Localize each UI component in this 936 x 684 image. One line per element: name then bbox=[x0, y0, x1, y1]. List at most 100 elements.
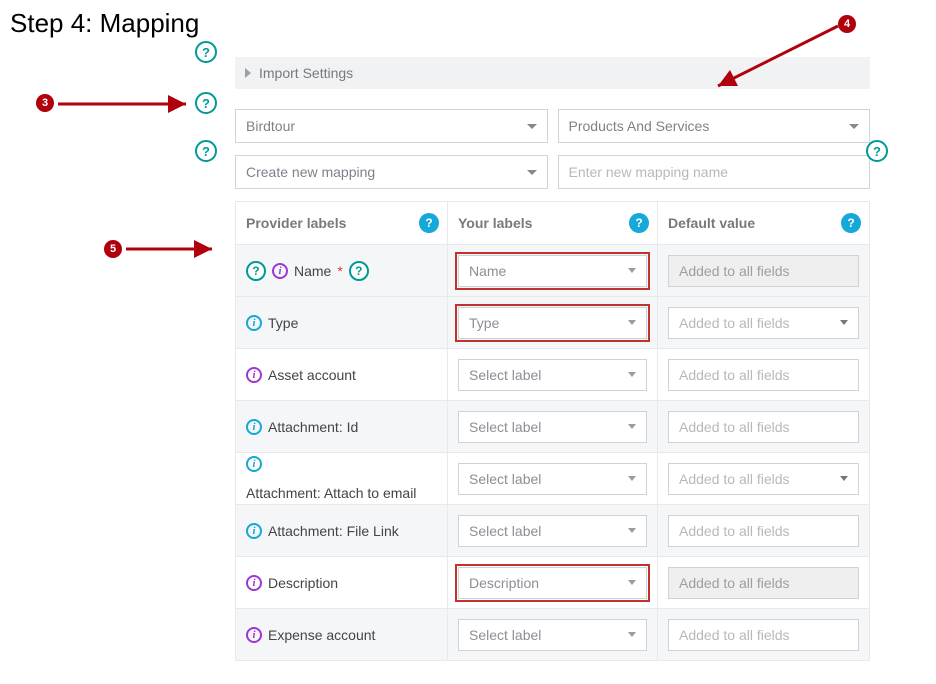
default-value-cell: Added to all fields bbox=[657, 453, 869, 504]
provider-label-text: Name bbox=[294, 263, 331, 279]
provider-label-cell: i Attachment: Attach to email bbox=[235, 453, 447, 504]
provider-label-cell: ? i Name *? bbox=[235, 245, 447, 296]
your-label-cell: Name bbox=[447, 245, 657, 296]
caret-down-icon bbox=[628, 476, 636, 481]
provider-label-cell: i Attachment: Id bbox=[235, 401, 447, 452]
default-value-text: Added to all fields bbox=[679, 523, 790, 539]
default-value-cell: Added to all fields bbox=[657, 349, 869, 400]
default-value-field[interactable]: Added to all fields bbox=[668, 515, 859, 547]
default-value-field[interactable]: Added to all fields bbox=[668, 463, 859, 495]
provider-label-text: Asset account bbox=[268, 367, 356, 383]
callout-marker-3: 3 bbox=[36, 94, 54, 112]
provider-label-cell: i Asset account bbox=[235, 349, 447, 400]
default-value-field[interactable]: Added to all fields bbox=[668, 619, 859, 651]
your-label-select[interactable]: Select label bbox=[458, 463, 647, 495]
caret-down-icon bbox=[840, 320, 848, 325]
help-icon[interactable]: ? bbox=[349, 261, 369, 281]
default-value-text: Added to all fields bbox=[679, 575, 790, 591]
your-label-select[interactable]: Name bbox=[458, 255, 647, 287]
info-icon[interactable]: i bbox=[246, 523, 262, 539]
source-value: Birdtour bbox=[246, 118, 295, 134]
table-row: iDescription Description Added to all fiel… bbox=[235, 556, 869, 608]
default-value-text: Added to all fields bbox=[679, 627, 790, 643]
chevron-right-icon bbox=[245, 68, 251, 78]
help-icon[interactable]: ? bbox=[195, 92, 217, 114]
help-icon[interactable]: ? bbox=[246, 261, 266, 281]
table-row: ? i Name *? Name Added to all fields bbox=[235, 244, 869, 296]
target-select[interactable]: Products And Services bbox=[558, 109, 871, 143]
th-provider-labels: Provider labels ? bbox=[235, 202, 447, 244]
caret-down-icon bbox=[628, 424, 636, 429]
caret-down-icon bbox=[840, 476, 848, 481]
default-value-field[interactable]: Added to all fields bbox=[668, 307, 859, 339]
default-value-field[interactable]: Added to all fields bbox=[668, 359, 859, 391]
your-label-select[interactable]: Type bbox=[458, 307, 647, 339]
info-icon[interactable]: i bbox=[272, 263, 288, 279]
your-label-cell: Description bbox=[447, 557, 657, 608]
help-icon[interactable]: ? bbox=[629, 213, 649, 233]
your-label-cell: Type bbox=[447, 297, 657, 348]
info-icon[interactable]: i bbox=[246, 627, 262, 643]
provider-label-cell: iDescription bbox=[235, 557, 447, 608]
help-icon[interactable]: ? bbox=[195, 140, 217, 162]
default-value-cell: Added to all fields bbox=[657, 557, 869, 608]
default-value-text: Added to all fields bbox=[679, 367, 790, 383]
provider-label-cell: iType bbox=[235, 297, 447, 348]
default-value-cell: Added to all fields bbox=[657, 505, 869, 556]
arrow-icon bbox=[54, 94, 196, 114]
your-label-select[interactable]: Select label bbox=[458, 619, 647, 651]
your-label-cell: Select label bbox=[447, 609, 657, 660]
table-header: Provider labels ? Your labels ? Default … bbox=[235, 202, 869, 244]
default-value-field[interactable]: Added to all fields bbox=[668, 411, 859, 443]
help-icon[interactable]: ? bbox=[866, 140, 888, 162]
caret-down-icon bbox=[527, 170, 537, 175]
your-label-cell: Select label bbox=[447, 505, 657, 556]
default-value-text: Added to all fields bbox=[679, 315, 790, 331]
info-icon[interactable]: i bbox=[246, 575, 262, 591]
caret-down-icon bbox=[628, 320, 636, 325]
your-label-select[interactable]: Description bbox=[458, 567, 647, 599]
th-default-value: Default value ? bbox=[657, 202, 869, 244]
caret-down-icon bbox=[628, 580, 636, 585]
info-icon[interactable]: i bbox=[246, 419, 262, 435]
info-icon[interactable]: i bbox=[246, 315, 262, 331]
your-label-select[interactable]: Select label bbox=[458, 515, 647, 547]
your-label-select[interactable]: Select label bbox=[458, 411, 647, 443]
default-value-cell: Added to all fields bbox=[657, 609, 869, 660]
help-icon[interactable]: ? bbox=[841, 213, 861, 233]
caret-down-icon bbox=[527, 124, 537, 129]
provider-label-text: Attachment: Attach to email bbox=[246, 485, 416, 501]
default-value-cell: Added to all fields bbox=[657, 297, 869, 348]
default-value-field[interactable]: Added to all fields bbox=[668, 255, 859, 287]
table-row: i Attachment: Id Select label Added to all … bbox=[235, 400, 869, 452]
help-icon[interactable]: ? bbox=[419, 213, 439, 233]
your-label-value: Select label bbox=[469, 523, 541, 539]
your-label-value: Select label bbox=[469, 419, 541, 435]
arrow-icon bbox=[703, 20, 853, 100]
default-value-field[interactable]: Added to all fields bbox=[668, 567, 859, 599]
provider-label-cell: i Expense account bbox=[235, 609, 447, 660]
mapping-select-value: Create new mapping bbox=[246, 164, 375, 180]
provider-label-text: Attachment: Id bbox=[268, 419, 358, 435]
help-icon[interactable]: ? bbox=[195, 41, 217, 63]
caret-down-icon bbox=[628, 632, 636, 637]
th-your-labels: Your labels ? bbox=[447, 202, 657, 244]
your-label-cell: Select label bbox=[447, 453, 657, 504]
mapping-name-input[interactable]: Enter new mapping name bbox=[558, 155, 871, 189]
your-label-cell: Select label bbox=[447, 349, 657, 400]
mapping-select[interactable]: Create new mapping bbox=[235, 155, 548, 189]
import-settings-label: Import Settings bbox=[259, 65, 353, 81]
info-icon[interactable]: i bbox=[246, 367, 262, 383]
your-label-cell: Select label bbox=[447, 401, 657, 452]
your-label-value: Name bbox=[469, 263, 506, 279]
source-select[interactable]: Birdtour bbox=[235, 109, 548, 143]
required-indicator: * bbox=[337, 263, 342, 279]
provider-label-text: Expense account bbox=[268, 627, 375, 643]
target-value: Products And Services bbox=[569, 118, 710, 134]
table-row: iAttachment: File LinkSelect labelAdded … bbox=[235, 504, 869, 556]
your-label-select[interactable]: Select label bbox=[458, 359, 647, 391]
your-label-value: Select label bbox=[469, 367, 541, 383]
info-icon[interactable]: i bbox=[246, 456, 262, 472]
caret-down-icon bbox=[849, 124, 859, 129]
table-row: i Expense account Select label Added to all… bbox=[235, 608, 869, 660]
